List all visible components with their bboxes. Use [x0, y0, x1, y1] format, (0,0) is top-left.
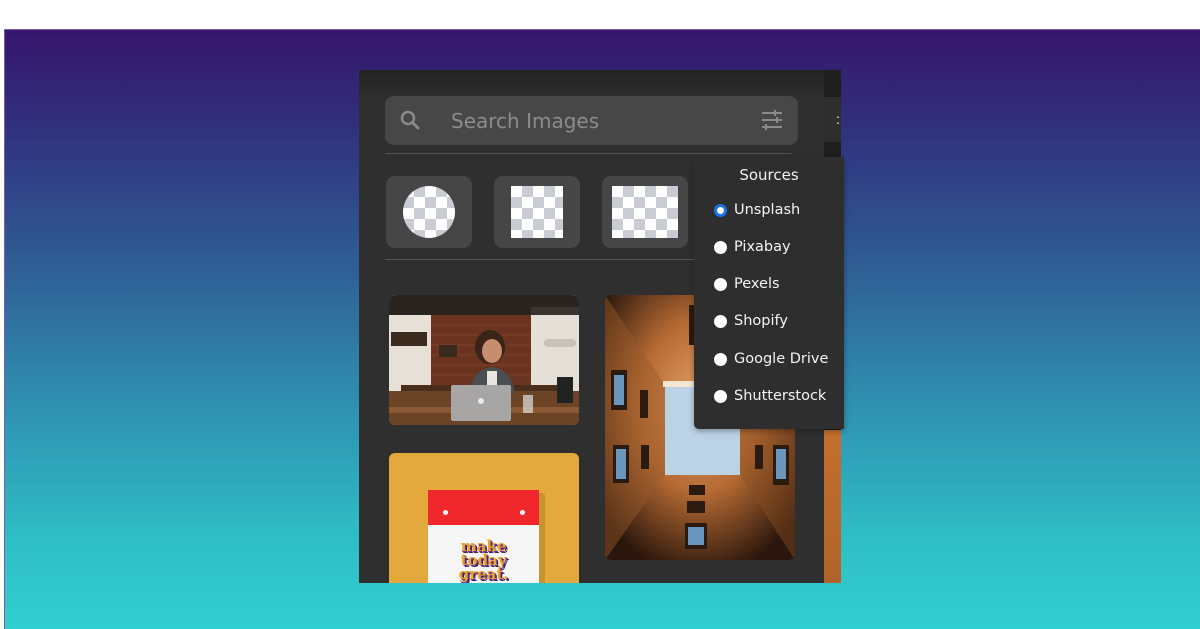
search-bar: [385, 96, 798, 145]
calendar-page: make today great.: [428, 525, 539, 583]
sources-popover: Sources Unsplash Pixabay Pexels Shopify …: [694, 150, 844, 429]
square-shape-preview: [511, 186, 563, 238]
rectangle-shape-preview: [612, 186, 678, 238]
calendar-text-line: great.: [458, 565, 509, 583]
source-option-label: Pixabay: [734, 239, 791, 255]
make-today-great-calendar[interactable]: make today great.: [389, 453, 579, 583]
source-option-shutterstock[interactable]: Shutterstock: [714, 386, 826, 406]
source-option-label: Shutterstock: [734, 388, 827, 404]
circle-shape-preview: [403, 186, 455, 238]
man-with-laptop-image: [389, 295, 579, 425]
radio-checked-icon[interactable]: [714, 203, 727, 217]
popover-title: Sources: [739, 166, 799, 184]
source-option-google-drive[interactable]: Google Drive: [714, 349, 828, 369]
square-shape-tile[interactable]: [494, 176, 580, 248]
circle-shape-tile[interactable]: [386, 176, 472, 248]
side-image-preview: [824, 430, 841, 583]
radio-unchecked-icon[interactable]: [714, 314, 727, 328]
source-option-label: Google Drive: [734, 351, 829, 367]
source-option-label: Shopify: [734, 313, 788, 329]
calendar-header: [428, 490, 539, 525]
rectangle-shape-tile[interactable]: [602, 176, 688, 248]
side-tab[interactable]: :: [824, 97, 841, 142]
divider: [385, 153, 798, 154]
popover-arrow: [787, 150, 803, 158]
source-option-unsplash[interactable]: Unsplash: [714, 200, 800, 220]
radio-unchecked-icon[interactable]: [714, 352, 727, 366]
search-icon: [400, 110, 420, 130]
source-option-pexels[interactable]: Pexels: [714, 274, 780, 294]
radio-unchecked-icon[interactable]: [714, 277, 727, 291]
source-option-shopify[interactable]: Shopify: [714, 311, 788, 331]
radio-unchecked-icon[interactable]: [714, 389, 727, 403]
search-input[interactable]: [451, 96, 741, 145]
source-option-pixabay[interactable]: Pixabay: [714, 237, 791, 257]
source-option-label: Pexels: [734, 276, 780, 292]
radio-unchecked-icon[interactable]: [714, 240, 727, 254]
source-option-label: Unsplash: [734, 202, 801, 218]
sliders-icon[interactable]: [760, 109, 784, 131]
man-with-laptop-photo[interactable]: [389, 295, 579, 425]
